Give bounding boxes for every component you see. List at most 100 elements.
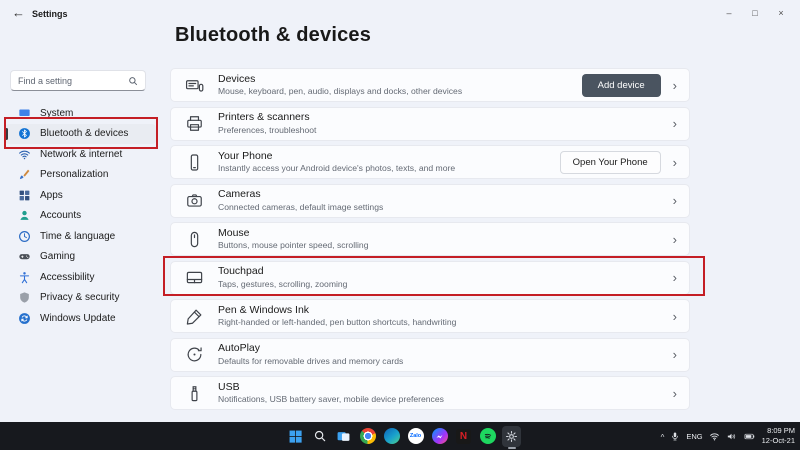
search-placeholder: Find a setting <box>18 75 73 86</box>
settings-row-pen-windows-ink[interactable]: Pen & Windows Ink Right-handed or left-h… <box>170 299 690 333</box>
highlight-box-bluetooth-devices <box>4 117 158 149</box>
close-button[interactable]: × <box>768 8 794 18</box>
clock-time: 8:09 PM <box>767 426 795 436</box>
sidebar-item-apps[interactable]: Apps <box>5 185 156 206</box>
netflix-label: N <box>459 430 468 442</box>
spotify-button[interactable] <box>478 426 497 447</box>
start-button[interactable] <box>286 426 305 447</box>
sidebar-item-label: Gaming <box>40 251 76 263</box>
task-view-icon <box>337 431 350 441</box>
edge-button[interactable] <box>382 426 401 447</box>
system-tray: ^ ENG 8:09 PM 12-Oct-21 <box>661 422 795 450</box>
chrome-button[interactable] <box>358 426 377 447</box>
sidebar-item-label: Time & language <box>40 230 116 242</box>
volume-icon[interactable] <box>726 431 737 442</box>
maximize-button[interactable]: □ <box>742 8 768 18</box>
update-icon <box>17 311 31 325</box>
netflix-button[interactable]: N <box>454 426 473 447</box>
sidebar-item-label: Personalization <box>40 169 109 181</box>
zalo-button[interactable]: Zalo <box>406 426 425 447</box>
settings-row-devices[interactable]: Devices Mouse, keyboard, pen, audio, dis… <box>170 68 690 102</box>
sidebar-item-label: Privacy & security <box>40 292 120 304</box>
chrome-icon <box>359 428 376 444</box>
chevron-right-icon: › <box>672 77 677 93</box>
messenger-button[interactable] <box>430 426 449 447</box>
battery-icon[interactable] <box>743 431 756 442</box>
sidebar-item-accounts[interactable]: Accounts <box>5 206 156 227</box>
row-subtitle: Defaults for removable drives and memory… <box>218 355 404 366</box>
sidebar-item-label: Accessibility <box>40 271 95 283</box>
row-title: USB <box>218 380 240 393</box>
minimize-button[interactable]: – <box>716 8 742 18</box>
chevron-right-icon: › <box>672 231 677 247</box>
microphone-icon[interactable] <box>670 431 680 442</box>
clock-icon <box>17 229 31 243</box>
chevron-right-icon: › <box>672 116 677 131</box>
sidebar-item-privacy-security[interactable]: Privacy & security <box>5 288 156 309</box>
sidebar-item-personalization[interactable]: Personalization <box>5 165 156 186</box>
camera-icon <box>185 191 204 210</box>
row-subtitle: Buttons, mouse pointer speed, scrolling <box>218 240 369 251</box>
row-title: Mouse <box>218 226 250 239</box>
apps-grid-icon <box>17 188 31 202</box>
sidebar-item-label: Network & internet <box>40 148 123 160</box>
taskbar-search-button[interactable] <box>310 426 329 447</box>
chevron-right-icon: › <box>672 385 677 401</box>
row-subtitle: Notifications, USB battery saver, mobile… <box>218 394 444 405</box>
titlebar: ← Settings – □ × <box>0 0 800 28</box>
sidebar-item-time-language[interactable]: Time & language <box>5 226 156 247</box>
sidebar-item-label: Windows Update <box>40 312 116 324</box>
sidebar-item-windows-update[interactable]: Windows Update <box>5 308 156 329</box>
settings-row-cameras[interactable]: Cameras Connected cameras, default image… <box>170 183 690 218</box>
main-content: Bluetooth & devices Devices Mouse, keybo… <box>160 24 800 422</box>
chevron-right-icon: › <box>672 154 677 170</box>
hidden-icons-chevron[interactable]: ^ <box>661 433 665 442</box>
row-title: Your Phone <box>218 149 273 162</box>
edge-icon <box>383 428 400 444</box>
sidebar-item-accessibility[interactable]: Accessibility <box>5 267 156 288</box>
sidebar-item-label: Apps <box>40 189 63 201</box>
page-title: Bluetooth & devices <box>175 24 372 46</box>
open-your-phone-button[interactable]: Open Your Phone <box>559 150 661 174</box>
netflix-icon: N <box>456 428 471 444</box>
settings-row-mouse[interactable]: Mouse Buttons, mouse pointer speed, scro… <box>170 222 690 256</box>
highlight-box-touchpad <box>163 256 705 296</box>
clock[interactable]: 8:09 PM 12-Oct-21 <box>762 426 795 446</box>
search-icon <box>314 430 325 442</box>
chevron-right-icon: › <box>672 347 677 362</box>
task-view-button[interactable] <box>334 426 353 447</box>
settings-app-button[interactable] <box>502 425 521 449</box>
mouse-icon <box>185 230 204 249</box>
zalo-icon: Zalo <box>407 428 424 444</box>
settings-row-autoplay[interactable]: AutoPlay Defaults for removable drives a… <box>170 337 690 372</box>
row-subtitle: Connected cameras, default image setting… <box>218 201 384 212</box>
language-indicator[interactable]: ENG <box>686 432 702 441</box>
clock-date: 12-Oct-21 <box>761 436 795 445</box>
row-title: Devices <box>218 72 256 85</box>
devices-icon <box>185 76 204 95</box>
sidebar-item-gaming[interactable]: Gaming <box>5 247 156 268</box>
printer-icon <box>185 114 204 133</box>
app-title: Settings <box>32 9 68 19</box>
person-icon <box>17 209 31 223</box>
pen-icon <box>185 307 204 326</box>
add-device-button[interactable]: Add device <box>581 73 661 97</box>
wifi-tray-icon[interactable] <box>709 431 720 442</box>
taskbar: Zalo N ^ ENG 8:09 PM 12-Oct-21 <box>0 422 800 450</box>
row-subtitle: Instantly access your Android device's p… <box>218 163 456 174</box>
messenger-icon <box>431 428 448 444</box>
row-subtitle: Right-handed or left-handed, pen button … <box>218 317 457 328</box>
running-app-indicator <box>507 446 516 449</box>
settings-sidebar: Find a setting System Bluetooth & device… <box>0 28 160 422</box>
settings-row-your-phone[interactable]: Your Phone Instantly access your Android… <box>170 145 690 179</box>
settings-row-printers-scanners[interactable]: Printers & scanners Preferences, trouble… <box>170 106 690 141</box>
settings-row-usb[interactable]: USB Notifications, USB battery saver, mo… <box>170 376 690 410</box>
row-title: AutoPlay <box>218 342 261 355</box>
sidebar-item-label: Accounts <box>40 210 82 222</box>
search-icon <box>129 76 138 85</box>
row-subtitle: Preferences, troubleshoot <box>218 124 317 135</box>
search-input[interactable]: Find a setting <box>10 70 146 91</box>
back-icon[interactable]: ← <box>12 5 25 20</box>
usb-icon <box>185 384 204 403</box>
row-title: Printers & scanners <box>218 111 310 124</box>
